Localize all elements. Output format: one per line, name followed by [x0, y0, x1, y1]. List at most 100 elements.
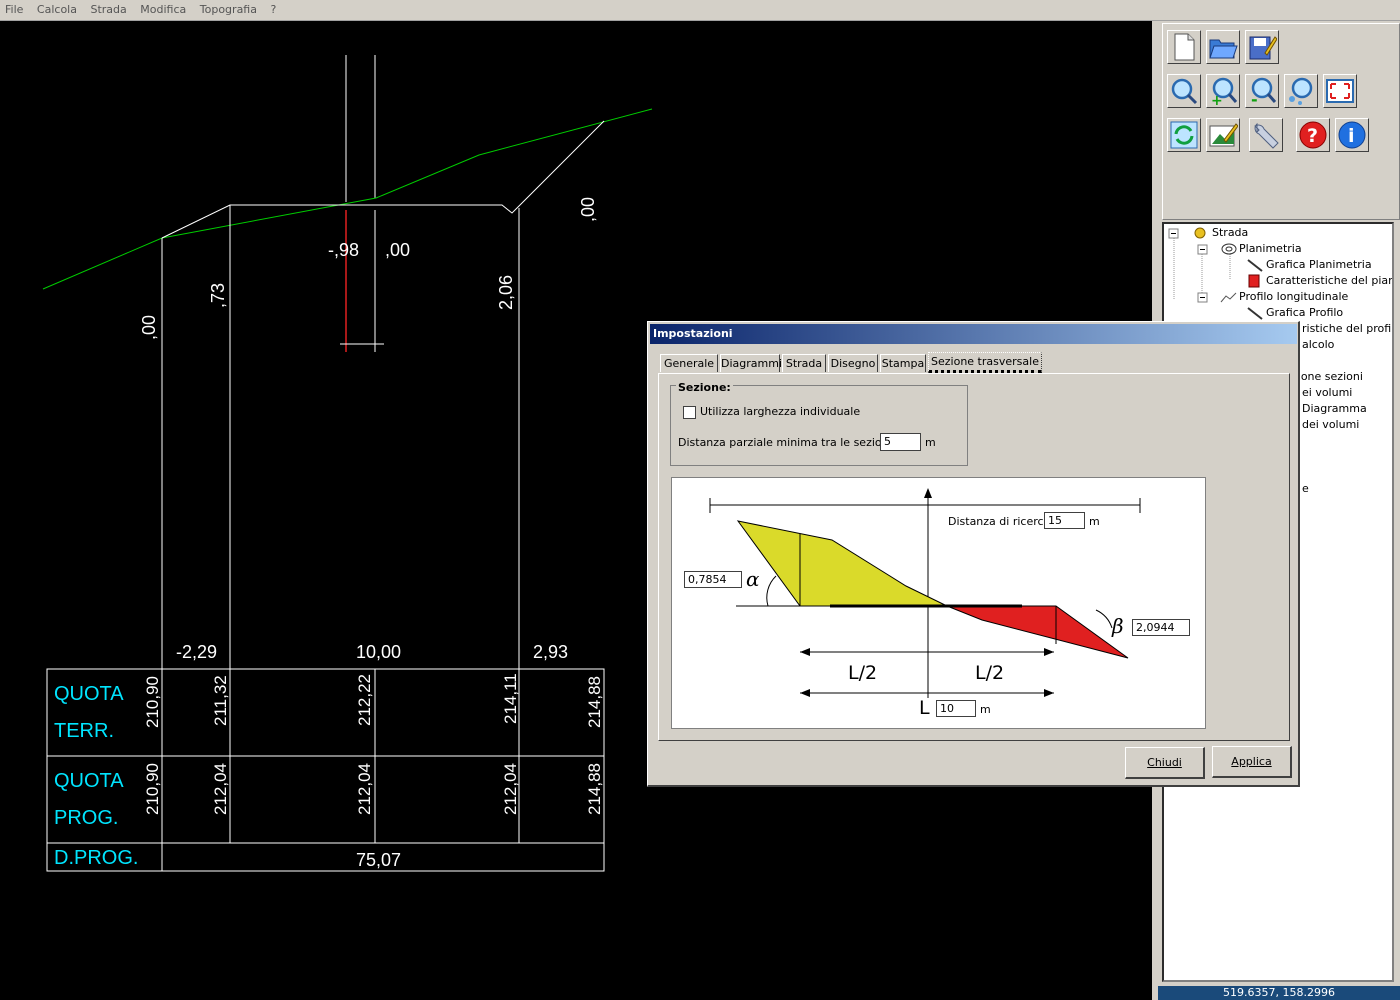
- menu-help[interactable]: ?: [265, 0, 281, 16]
- tree-grafica-profilo[interactable]: Grafica Profilo: [1266, 306, 1343, 319]
- prog-value: 214,88: [585, 763, 604, 815]
- distance-2: 10,00: [356, 642, 401, 662]
- terr-value: 211,32: [211, 675, 230, 726]
- info-icon[interactable]: i: [1335, 118, 1369, 152]
- quota-prog-line1: QUOTA: [54, 770, 124, 792]
- tab-generale[interactable]: Generale: [660, 354, 718, 372]
- label-m98: -,98: [328, 240, 359, 260]
- half-left-label: L/2: [848, 662, 878, 684]
- l-unit: m: [980, 703, 991, 716]
- distance-3: 2,93: [533, 642, 568, 662]
- quota-prog-line2: PROG.: [54, 807, 118, 829]
- label-00-mid: ,00: [385, 240, 410, 260]
- tree-caratteristiche-piano[interactable]: Caratteristiche del piano: [1266, 274, 1392, 287]
- terr-value: 214,88: [585, 676, 604, 728]
- terr-value: 210,90: [143, 676, 162, 728]
- coordinates-readout: 519.6357, 158.2996: [1158, 986, 1400, 1000]
- document-red-icon: [1246, 274, 1262, 291]
- half-right-label: L/2: [975, 662, 1005, 684]
- svg-text:i: i: [1348, 125, 1355, 147]
- distanza-input[interactable]: 5: [880, 433, 921, 451]
- label-206: 2,06: [496, 275, 516, 310]
- strada-icon: [1192, 226, 1208, 243]
- fill-area: [946, 605, 1129, 659]
- tree-caratteristiche-profilo[interactable]: ristiche del profilo: [1302, 322, 1392, 335]
- tab-disegno[interactable]: Disegno: [828, 354, 878, 372]
- cross-section-diagram: Distanza di ricerca: 15 m 0,7854 α β 2,0…: [671, 477, 1206, 729]
- tree-profilo[interactable]: Profilo longitudinale: [1239, 290, 1348, 303]
- ricerca-input[interactable]: 15: [1044, 512, 1085, 529]
- beta-symbol: β: [1112, 614, 1124, 638]
- apply-button[interactable]: Applica: [1212, 746, 1292, 778]
- zoom-extents-icon[interactable]: [1323, 74, 1357, 108]
- label-left-00: ,00: [139, 315, 159, 340]
- tree-diagramma[interactable]: Diagramma: [1302, 402, 1367, 415]
- svg-text:?: ?: [1307, 125, 1318, 147]
- planimetria-icon: [1220, 242, 1238, 259]
- menu-bar: File Calcola Strada Modifica Topografia …: [0, 0, 1400, 21]
- label-right-00: ,00: [578, 197, 598, 222]
- save-icon[interactable]: [1245, 30, 1279, 64]
- checkbox-label: Utilizza larghezza individuale: [700, 405, 861, 418]
- terr-value: 212,22: [355, 674, 374, 726]
- tree-dei-volumi[interactable]: dei volumi: [1302, 418, 1359, 431]
- prog-value: 212,04: [501, 763, 520, 815]
- zoom-in-icon[interactable]: +: [1206, 74, 1240, 108]
- prog-value: 212,04: [355, 763, 374, 815]
- terr-value: 214,11: [501, 673, 520, 724]
- tree-strada[interactable]: Strada: [1212, 226, 1248, 239]
- prog-value: 210,90: [143, 763, 162, 815]
- help-icon[interactable]: ?: [1296, 118, 1330, 152]
- tab-diagrammi[interactable]: Diagrammi: [720, 354, 782, 372]
- profile-icon: [1220, 290, 1238, 307]
- menu-modifica[interactable]: Modifica: [135, 0, 191, 16]
- tree-volumi[interactable]: ei volumi: [1302, 386, 1352, 399]
- menu-strada[interactable]: Strada: [85, 0, 131, 16]
- svg-text:+: +: [1211, 93, 1223, 106]
- tab-strada[interactable]: Strada: [782, 354, 826, 372]
- alpha-symbol: α: [746, 567, 760, 591]
- zoom-window-icon[interactable]: [1284, 74, 1318, 108]
- individual-width-checkbox[interactable]: [683, 406, 696, 419]
- new-file-icon[interactable]: [1167, 30, 1201, 64]
- quota-terr-line2: TERR.: [54, 720, 114, 742]
- tree-item-e[interactable]: e: [1302, 482, 1309, 495]
- distance-1: -2,29: [176, 642, 217, 662]
- dprog-value: 75,07: [356, 850, 401, 870]
- edit-image-icon[interactable]: [1206, 118, 1240, 152]
- zoom-out-icon[interactable]: -: [1245, 74, 1279, 108]
- tab-sezione-trasversale[interactable]: Sezione trasversale: [928, 352, 1042, 373]
- l-input[interactable]: 10: [936, 700, 976, 717]
- tree-sezioni[interactable]: zione sezioni: [1292, 370, 1363, 383]
- dprog-header: D.PROG.: [54, 847, 138, 869]
- open-folder-icon[interactable]: [1206, 30, 1240, 64]
- menu-calcola[interactable]: Calcola: [32, 0, 82, 16]
- tree-calcolo[interactable]: alcolo: [1302, 338, 1334, 351]
- prog-value: 212,04: [211, 763, 230, 815]
- toolbar: + - ? i: [1162, 23, 1400, 220]
- tree-planimetria[interactable]: Planimetria: [1239, 242, 1302, 255]
- wrench-icon[interactable]: [1249, 118, 1283, 152]
- close-button[interactable]: Chiudi: [1125, 747, 1205, 779]
- l-label: L: [919, 697, 930, 719]
- pencil-icon: [1246, 258, 1264, 275]
- sezione-group: [670, 385, 968, 466]
- tab-stampa[interactable]: Stampa: [880, 354, 926, 372]
- ricerca-label: Distanza di ricerca:: [948, 515, 1054, 528]
- alpha-input[interactable]: 0,7854: [684, 571, 742, 588]
- sezione-group-title: Sezione:: [676, 381, 733, 394]
- distanza-label: Distanza parziale minima tra le sezioni:: [678, 436, 896, 449]
- settings-dialog: Impostazioni Generale Diagrammi Strada D…: [647, 321, 1300, 787]
- zoom-icon[interactable]: [1167, 74, 1201, 108]
- menu-topografia[interactable]: Topografia: [195, 0, 262, 16]
- beta-input[interactable]: 2,0944: [1132, 619, 1190, 636]
- distanza-unit: m: [925, 436, 936, 449]
- dialog-title[interactable]: Impostazioni: [650, 324, 1297, 344]
- menu-file[interactable]: File: [0, 0, 28, 16]
- cut-area: [736, 520, 948, 607]
- terrain-line: [42, 108, 653, 290]
- refresh-icon[interactable]: [1167, 118, 1201, 152]
- tree-grafica-planimetria[interactable]: Grafica Planimetria: [1266, 258, 1372, 271]
- section-profile: [161, 120, 605, 239]
- svg-text:-: -: [1251, 90, 1258, 106]
